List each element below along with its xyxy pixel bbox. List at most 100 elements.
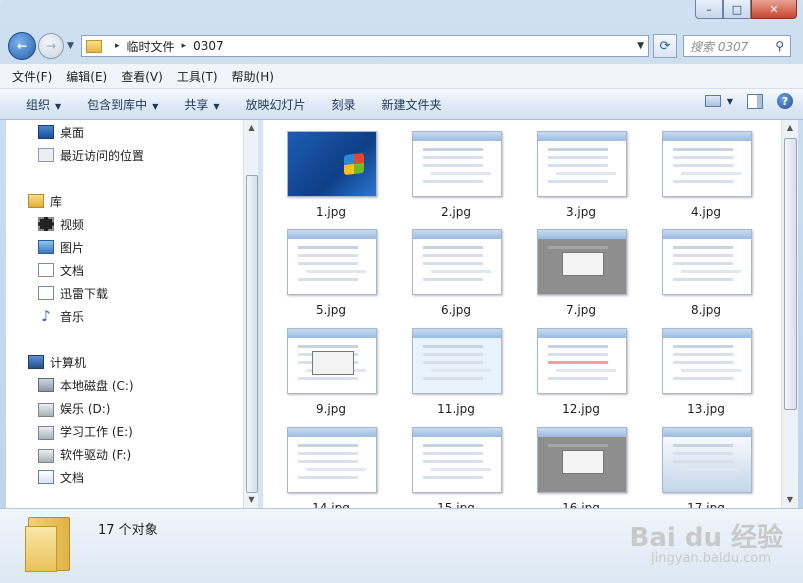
slideshow-button[interactable]: 放映幻灯片 <box>246 96 306 113</box>
sidebar-item-recent-places[interactable]: 最近访问的位置 <box>38 145 144 165</box>
scrollbar-thumb[interactable] <box>784 138 797 410</box>
file-item[interactable]: 8.jpg <box>646 218 766 317</box>
search-input[interactable]: 搜索 0307 ⚲ <box>683 35 791 57</box>
change-view-icon[interactable] <box>704 95 721 107</box>
search-icon[interactable]: ⚲ <box>775 39 784 53</box>
file-name: 15.jpg <box>437 501 475 508</box>
refresh-button[interactable]: ⟳ <box>653 34 677 58</box>
file-item[interactable]: 1.jpg <box>271 120 391 219</box>
file-thumbnail <box>537 424 627 496</box>
drive-icon <box>38 448 54 463</box>
breadcrumb-segment-temp[interactable]: 临时文件 <box>127 38 175 55</box>
menu-edit[interactable]: 编辑(E) <box>66 68 107 85</box>
file-item[interactable]: 11.jpg <box>396 317 516 416</box>
file-thumbnail <box>537 226 627 298</box>
file-name: 5.jpg <box>315 303 347 317</box>
navigation-bar: ← → ▼ ▸ 临时文件 ▸ 0307 ▼ ⟳ 搜索 0307 ⚲ <box>8 32 795 60</box>
share-button[interactable]: 共享 ▼ <box>184 96 219 113</box>
image-preview <box>537 229 627 295</box>
file-list-scrollbar[interactable]: ▲ ▼ <box>781 120 798 508</box>
maximize-button[interactable]: □ <box>723 0 751 19</box>
maximize-icon: □ <box>731 2 743 16</box>
breadcrumb-separator-icon[interactable]: ▸ <box>182 41 187 51</box>
sidebar-item-libraries[interactable]: 库 <box>28 191 62 211</box>
sidebar-item-drive-e[interactable]: 学习工作 (E:) <box>38 421 133 441</box>
address-bar[interactable]: ▸ 临时文件 ▸ 0307 ▼ <box>81 35 649 57</box>
sidebar-item-music[interactable]: ♪ 音乐 <box>38 306 84 326</box>
file-item[interactable]: 15.jpg <box>396 416 516 508</box>
watermark-url: jingyan.baidu.com <box>651 551 771 566</box>
new-folder-button[interactable]: 新建文件夹 <box>382 96 442 113</box>
sidebar-item-drive-d[interactable]: 娱乐 (D:) <box>38 398 110 418</box>
dialog-preview <box>562 252 604 276</box>
file-name: 17.jpg <box>687 501 725 508</box>
scroll-up-icon[interactable]: ▲ <box>782 120 798 136</box>
file-item[interactable]: 17.jpg <box>646 416 766 508</box>
recent-places-icon <box>38 148 54 162</box>
breadcrumb-separator-icon[interactable]: ▸ <box>115 41 120 51</box>
file-item[interactable]: 7.jpg <box>521 218 641 317</box>
file-thumbnail <box>412 226 502 298</box>
file-item[interactable]: 14.jpg <box>271 416 391 508</box>
breadcrumb-segment-current[interactable]: 0307 <box>193 39 224 53</box>
file-name: 2.jpg <box>440 205 472 219</box>
organize-button[interactable]: 组织 ▼ <box>26 96 61 113</box>
file-item[interactable]: 13.jpg <box>646 317 766 416</box>
sidebar-item-pictures[interactable]: 图片 <box>38 237 84 257</box>
file-name: 11.jpg <box>437 402 475 416</box>
file-name: 6.jpg <box>440 303 472 317</box>
include-in-library-button[interactable]: 包含到库中 ▼ <box>87 96 158 113</box>
file-item[interactable]: 5.jpg <box>271 218 391 317</box>
address-dropdown-icon[interactable]: ▼ <box>637 41 644 51</box>
sidebar-item-label: 迅雷下载 <box>60 286 109 301</box>
preview-pane-icon[interactable] <box>747 93 763 109</box>
menu-file[interactable]: 文件(F) <box>12 68 52 85</box>
local-disk-icon <box>38 378 54 392</box>
scroll-down-icon[interactable]: ▼ <box>782 492 798 508</box>
file-item[interactable]: 9.jpg <box>271 317 391 416</box>
file-thumbnail <box>287 424 377 496</box>
sidebar-item-documents[interactable]: 文档 <box>38 260 84 280</box>
sidebar-item-label: 学习工作 (E:) <box>60 424 133 439</box>
folder-icon <box>86 39 102 53</box>
menu-tools[interactable]: 工具(T) <box>177 68 218 85</box>
file-item[interactable]: 6.jpg <box>396 218 516 317</box>
image-preview <box>287 427 377 493</box>
sidebar-item-thunder-downloads[interactable]: 迅雷下载 <box>38 283 108 303</box>
sidebar-item-videos[interactable]: 视频 <box>38 214 84 234</box>
sidebar-scrollbar[interactable]: ▲ ▼ <box>243 120 259 508</box>
burn-button[interactable]: 刻录 <box>332 96 356 113</box>
image-preview <box>287 131 377 197</box>
menu-view[interactable]: 查看(V) <box>121 68 163 85</box>
scroll-down-icon[interactable]: ▼ <box>244 492 259 508</box>
file-item[interactable]: 2.jpg <box>396 120 516 219</box>
menu-help[interactable]: 帮助(H) <box>232 68 274 85</box>
minimize-button[interactable]: – <box>695 0 723 19</box>
sidebar-item-computer[interactable]: 计算机 <box>28 352 86 372</box>
chevron-down-icon: ▼ <box>55 101 62 111</box>
file-name: 16.jpg <box>562 501 600 508</box>
close-button[interactable]: ✕ <box>751 0 797 19</box>
file-item[interactable]: 12.jpg <box>521 317 641 416</box>
file-item[interactable]: 3.jpg <box>521 120 641 219</box>
back-arrow-icon: ← <box>16 39 28 53</box>
file-item[interactable]: 4.jpg <box>646 120 766 219</box>
forward-button[interactable]: → <box>38 33 64 59</box>
scroll-up-icon[interactable]: ▲ <box>244 120 259 136</box>
file-name: 9.jpg <box>315 402 347 416</box>
sidebar-item-documents-2[interactable]: 文档 <box>38 467 84 487</box>
file-thumbnail <box>287 128 377 200</box>
help-icon[interactable]: ? <box>777 93 793 109</box>
documents-icon <box>38 263 54 277</box>
file-item[interactable]: 16.jpg <box>521 416 641 508</box>
file-thumbnail <box>662 325 752 397</box>
sidebar-item-drive-f[interactable]: 软件驱动 (F:) <box>38 444 131 464</box>
sidebar-item-desktop[interactable]: 桌面 <box>38 122 84 142</box>
recent-pages-button[interactable]: ▼ <box>67 41 77 51</box>
scrollbar-thumb[interactable] <box>246 175 258 493</box>
sidebar-item-label: 桌面 <box>60 125 85 140</box>
back-button[interactable]: ← <box>8 32 36 60</box>
view-tools: ▼ ? <box>691 93 793 109</box>
sidebar-item-drive-c[interactable]: 本地磁盘 (C:) <box>38 375 134 395</box>
view-options-icon[interactable]: ▼ <box>727 97 733 106</box>
